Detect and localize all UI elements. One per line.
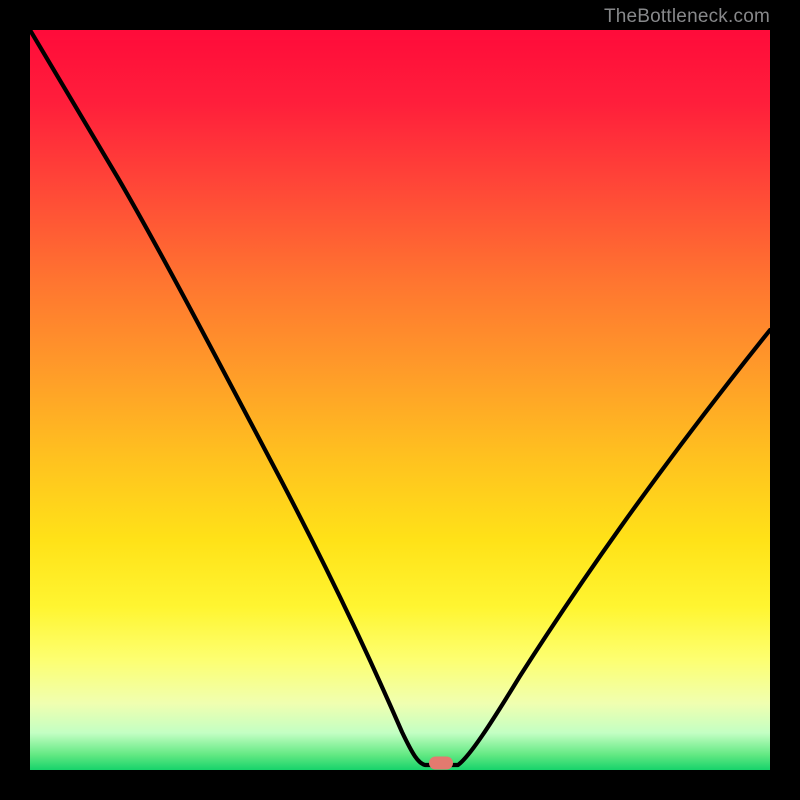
curve-path: [30, 30, 770, 765]
optimal-point-marker: [429, 756, 453, 769]
plot-area: [30, 30, 770, 770]
watermark-text: TheBottleneck.com: [604, 6, 770, 28]
bottleneck-curve: [30, 30, 770, 770]
chart-frame: TheBottleneck.com: [0, 0, 800, 800]
